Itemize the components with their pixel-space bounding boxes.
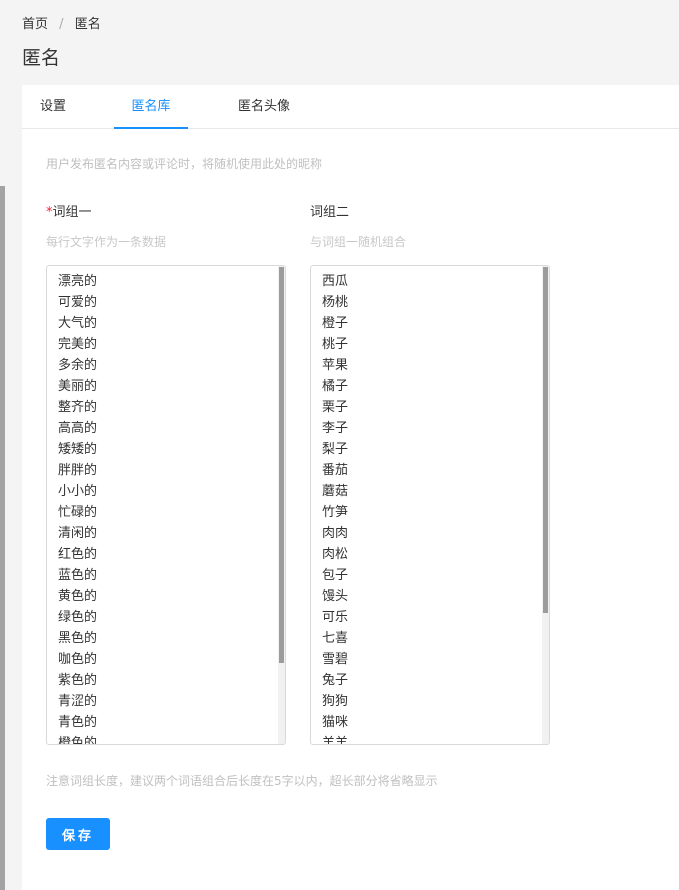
textarea-line: 紫色的 (58, 673, 98, 688)
textarea-line: 多余的 (58, 358, 98, 373)
breadcrumb: 首页 / 匿名 (22, 13, 101, 32)
textarea-line: 黄色的 (58, 589, 98, 604)
textarea-line: 苹果 (322, 358, 349, 373)
textarea-line: 七喜 (322, 631, 349, 646)
textarea-line: 美丽的 (58, 379, 98, 394)
textarea-line: 咖色的 (58, 652, 98, 667)
textarea-line: 橙子 (322, 316, 349, 331)
textarea-line: 漂亮的 (58, 274, 98, 289)
textarea-line: 小小的 (58, 484, 98, 499)
group1-scrollbar[interactable] (278, 266, 285, 744)
save-button[interactable]: 保存 (46, 818, 110, 850)
textarea-line: 羊羊 (322, 736, 349, 745)
group1-subtext: 每行文字作为一条数据 (46, 235, 167, 249)
textarea-line: 整齐的 (58, 400, 98, 415)
textarea-line: 西瓜 (322, 274, 349, 289)
textarea-line: 可爱的 (58, 295, 98, 310)
textarea-line: 包子 (322, 568, 349, 583)
page-title: 匿名 (22, 47, 61, 69)
breadcrumb-separator: / (59, 17, 64, 32)
textarea-line: 青涩的 (58, 694, 98, 709)
textarea-line: 竹笋 (322, 505, 349, 520)
tab-anonymous-avatar[interactable]: 匿名头像 (222, 85, 306, 129)
tab-settings[interactable]: 设置 (22, 85, 84, 129)
textarea-line: 狗狗 (322, 694, 349, 709)
group2-scrollbar[interactable] (542, 266, 549, 744)
group2-textarea[interactable]: 西瓜杨桃橙子桃子苹果橘子栗子李子梨子番茄蘑菇竹笋肉肉肉松包子馒头可乐七喜雪碧兔子… (310, 265, 550, 745)
textarea-line: 胖胖的 (58, 463, 98, 478)
group1-scroll-thumb[interactable] (279, 267, 284, 663)
textarea-line: 清闲的 (58, 526, 98, 541)
textarea-line: 蘑菇 (322, 484, 349, 499)
textarea-line: 大气的 (58, 316, 98, 331)
textarea-line: 番茄 (322, 463, 349, 478)
breadcrumb-current: 匿名 (74, 17, 101, 32)
length-note: 注意词组长度，建议两个词语组合后长度在5字以内，超长部分将省略显示 (46, 774, 438, 788)
textarea-line: 馒头 (322, 589, 349, 604)
group2-subtext: 与词组一随机组合 (310, 235, 407, 249)
textarea-line: 高高的 (58, 421, 98, 436)
textarea-line: 黑色的 (58, 631, 98, 646)
textarea-line: 李子 (322, 421, 349, 436)
textarea-line: 红色的 (58, 547, 98, 562)
content-card: 设置 匿名库 匿名头像 用户发布匿名内容或评论时，将随机使用此处的昵称 *词组一… (22, 85, 679, 890)
textarea-line: 梨子 (322, 442, 349, 457)
textarea-line: 绿色的 (58, 610, 98, 625)
textarea-line: 蓝色的 (58, 568, 98, 583)
tab-anonymous-library[interactable]: 匿名库 (114, 85, 188, 129)
group1-textarea[interactable]: 漂亮的可爱的大气的完美的多余的美丽的整齐的高高的矮矮的胖胖的小小的忙碌的清闲的红… (46, 265, 286, 745)
left-edge-strip (0, 186, 5, 890)
textarea-line: 橘子 (322, 379, 349, 394)
textarea-line: 栗子 (322, 400, 349, 415)
group1-label: *词组一 (46, 201, 92, 220)
breadcrumb-home[interactable]: 首页 (22, 17, 48, 32)
textarea-line: 可乐 (322, 610, 349, 625)
textarea-line: 青色的 (58, 715, 98, 730)
textarea-line: 肉松 (322, 547, 349, 562)
group2-scroll-thumb[interactable] (543, 267, 548, 613)
textarea-line: 兔子 (322, 673, 349, 688)
textarea-line: 桃子 (322, 337, 349, 352)
group1-label-text: 词组一 (52, 205, 92, 220)
group2-label: 词组二 (310, 205, 350, 220)
textarea-line: 肉肉 (322, 526, 349, 541)
textarea-line: 橙色的 (58, 736, 98, 745)
textarea-line: 矮矮的 (58, 442, 98, 457)
textarea-line: 完美的 (58, 337, 98, 352)
textarea-line: 雪碧 (322, 652, 349, 667)
textarea-line: 猫咪 (322, 715, 349, 730)
hint-text: 用户发布匿名内容或评论时，将随机使用此处的昵称 (46, 157, 323, 171)
textarea-line: 杨桃 (322, 295, 349, 310)
tab-bar: 设置 匿名库 匿名头像 (22, 85, 679, 129)
textarea-line: 忙碌的 (58, 505, 98, 520)
